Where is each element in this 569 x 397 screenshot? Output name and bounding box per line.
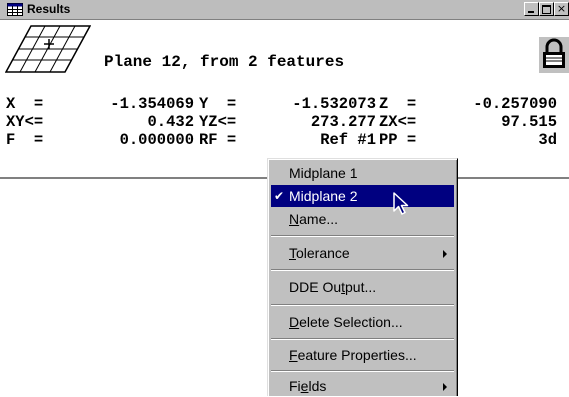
menu-item-label: Midplane 1 [289, 165, 358, 181]
close-button[interactable]: × [554, 2, 569, 16]
menu-separator [271, 304, 454, 306]
submenu-arrow-icon [443, 383, 447, 391]
projection-plane-value: 3d [538, 131, 557, 149]
menu-item-fields[interactable]: Fields [271, 375, 454, 397]
flatness-value: 0.000000 [119, 131, 194, 149]
menu-item-name[interactable]: Name... [271, 208, 454, 230]
plane-icon [5, 25, 91, 73]
menu-item-label: olerance [296, 245, 350, 261]
submenu-arrow-icon [443, 250, 447, 258]
ref-frame-value: Ref #1 [320, 131, 376, 149]
y-label: Y = [199, 95, 237, 113]
minimize-button[interactable] [524, 2, 539, 16]
menu-item-midplane-1[interactable]: Midplane 1 [271, 162, 454, 184]
menu-item-mnemonic: D [289, 314, 300, 330]
menu-item-label: Fi [289, 378, 301, 394]
x-label: X = [6, 95, 44, 113]
menu-item-label: DDE Ou [289, 279, 342, 295]
menu-separator [271, 269, 454, 271]
title-bar[interactable]: Results × [0, 0, 569, 20]
lock-icon[interactable] [538, 37, 569, 73]
yz-angle-value: 273.277 [310, 113, 376, 131]
zx-angle-label: ZX<= [379, 113, 417, 131]
results-row: XY<= 0.432 YZ<= 273.277 ZX<= 97.515 [6, 113, 569, 131]
window-title: Results [27, 2, 71, 16]
projection-plane-label: PP = [379, 131, 417, 149]
z-value: -0.257090 [473, 95, 557, 113]
menu-item-label: lds [308, 378, 327, 394]
menu-item-label: Midplane 2 [289, 188, 358, 204]
xy-angle-value: 0.432 [147, 113, 194, 131]
menu-separator [271, 370, 454, 372]
xy-angle-label: XY<= [6, 113, 44, 131]
menu-item-dde-output[interactable]: DDE Output... [271, 276, 454, 298]
flatness-label: F = [6, 131, 44, 149]
menu-item-label: put... [345, 279, 377, 295]
feature-title: Plane 12, from 2 features [104, 53, 345, 71]
y-value: -1.532073 [292, 95, 376, 113]
z-label: Z = [379, 95, 417, 113]
results-window: Results × Plane 12, from 2 features X = … [0, 0, 569, 179]
results-row: F = 0.000000 RF = Ref #1 PP = 3d [6, 131, 569, 149]
yz-angle-label: YZ<= [199, 113, 237, 131]
checkmark-icon: ✔ [274, 189, 285, 203]
arrow-cursor-icon [393, 192, 409, 215]
menu-item-mnemonic: T [289, 245, 296, 261]
results-row: X = -1.354069 Y = -1.532073 Z = -0.25709… [6, 95, 569, 113]
menu-item-mnemonic: N [289, 211, 300, 227]
menu-separator [271, 235, 454, 237]
menu-item-feature-properties[interactable]: Feature Properties... [271, 344, 454, 366]
table-icon [7, 3, 23, 16]
results-grid: X = -1.354069 Y = -1.532073 Z = -0.25709… [6, 95, 569, 149]
menu-item-label: elete Selection... [299, 314, 403, 330]
menu-item-midplane-2[interactable]: ✔ Midplane 2 [271, 185, 454, 207]
menu-item-mnemonic: F [289, 347, 298, 363]
context-menu: Midplane 1 ✔ Midplane 2 Name... Toleranc… [267, 158, 458, 396]
maximize-button[interactable] [539, 2, 554, 16]
ref-frame-label: RF = [199, 131, 237, 149]
zx-angle-value: 97.515 [501, 113, 557, 131]
x-value: -1.354069 [110, 95, 194, 113]
menu-item-delete-selection[interactable]: Delete Selection... [271, 311, 454, 333]
menu-item-label: eature Properties... [297, 347, 417, 363]
menu-item-tolerance[interactable]: Tolerance [271, 242, 454, 264]
menu-separator [271, 338, 454, 340]
menu-item-label: ame... [299, 211, 339, 227]
